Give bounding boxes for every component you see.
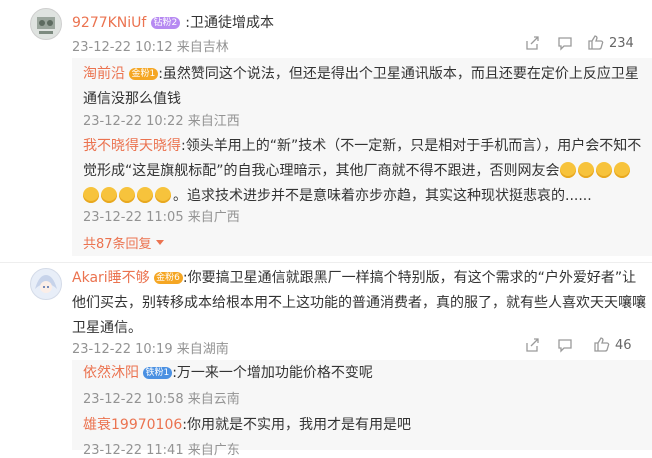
username[interactable]: 我不晓得天晓得	[83, 138, 181, 154]
fan-badge: 金粉1	[129, 68, 159, 80]
comment-header: 9277KNiUf 钻粉2 :卫通徒增成本	[72, 11, 274, 36]
reply-text: :你用就是不实用，我用才是有用是吧	[182, 417, 411, 433]
reply-meta: 23-12-22 10:58 来自云南	[83, 392, 240, 407]
emoji-icon	[613, 162, 630, 178]
share-icon[interactable]	[524, 35, 540, 55]
chevron-down-icon	[155, 235, 164, 250]
comment-icon[interactable]	[557, 337, 573, 357]
like-count: 46	[615, 338, 632, 353]
username[interactable]: 雄衰19970106	[83, 417, 182, 433]
fan-badge: 金粉6	[154, 272, 183, 284]
username[interactable]: 淘前沿	[83, 66, 125, 82]
emoji-icon	[595, 162, 612, 178]
reply-item: 依然沐阳 铁粉1:万一来一个增加功能价格不变呢	[83, 361, 648, 386]
username[interactable]: 依然沐阳	[83, 365, 139, 381]
avatar[interactable]	[30, 268, 62, 300]
more-replies-label: 共87条回复	[83, 237, 152, 252]
emoji-icon	[101, 187, 117, 203]
like-icon[interactable]	[593, 336, 610, 357]
emoji-icon	[559, 162, 576, 178]
fan-badge: 钻粉2	[151, 17, 181, 29]
comment-text: :卫通徒增成本	[185, 15, 274, 31]
reply-meta: 23-12-22 11:41 来自广东	[83, 443, 240, 458]
username[interactable]: 9277KNiUf	[72, 15, 146, 31]
reply-item: 淘前沿 金粉1:虽然赞同这个说法，但还是得出个卫星通讯版本，而且还要在定价上反应…	[83, 62, 648, 112]
avatar[interactable]	[30, 8, 62, 40]
comment-icon[interactable]	[557, 35, 573, 55]
comment-meta: 23-12-22 10:19 来自湖南	[72, 342, 229, 357]
emoji-icon	[577, 162, 594, 178]
fan-badge: 铁粉1	[143, 367, 173, 379]
username[interactable]: Akari睡不够	[72, 270, 150, 286]
reply-meta: 23-12-22 10:22 来自江西	[83, 114, 240, 129]
divider	[0, 262, 652, 263]
reply-text: 。追求技术进步并不是意味着亦步亦趋，其实这种现状挺悲哀的......	[173, 188, 592, 204]
like-count: 234	[609, 36, 634, 51]
emoji-icon	[137, 187, 153, 203]
reply-meta: 23-12-22 11:05 来自广西	[83, 210, 240, 225]
reply-text: :虽然赞同这个说法，但还是得出个卫星通讯版本，而且还要在定价上反应卫星通信没那么…	[83, 66, 639, 107]
emoji-icon	[83, 187, 99, 203]
reply-item: 我不晓得天晓得:领头羊用上的“新”技术（不一定新，只是相对于手机而言），用户会不…	[83, 134, 648, 209]
emoji-icon	[155, 187, 171, 203]
share-icon[interactable]	[524, 337, 540, 357]
reply-item: 雄衰19970106:你用就是不实用，我用才是有用是吧	[83, 413, 648, 438]
like-icon[interactable]	[587, 34, 604, 55]
more-replies-link[interactable]: 共87条回复	[83, 233, 164, 252]
emoji-icon	[119, 187, 135, 203]
comment-meta: 23-12-22 10:12 来自吉林	[72, 40, 229, 55]
comment-item: Akari睡不够 金粉6:你要搞卫星通信就跟黑厂一样搞个特别版，有这个需求的“户…	[72, 266, 647, 341]
reply-text: :万一来一个增加功能价格不变呢	[172, 365, 373, 381]
